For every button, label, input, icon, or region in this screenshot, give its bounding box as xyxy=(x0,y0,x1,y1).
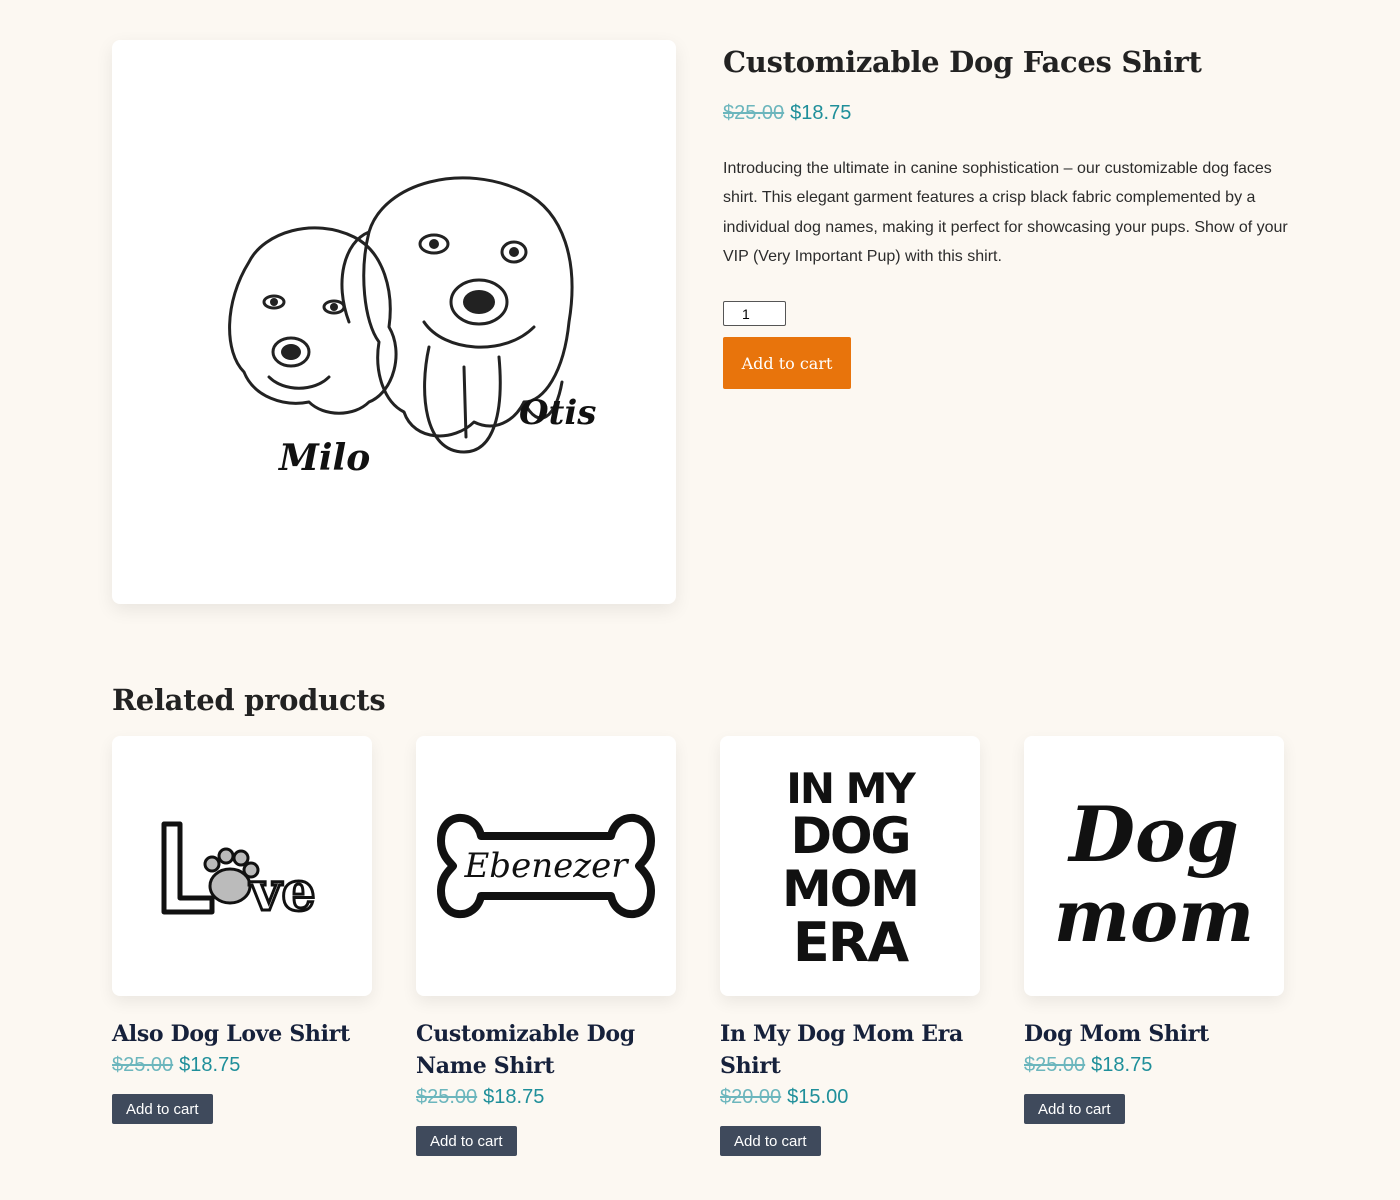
product-thumbnail[interactable]: Ebenezer xyxy=(416,736,676,996)
product-price: $25.00 $18.75 xyxy=(723,98,1293,128)
love-paw-art: ve xyxy=(161,821,317,925)
product-thumbnail[interactable]: Dog mom xyxy=(1024,736,1284,996)
regular-price: $25.00 xyxy=(1024,1054,1086,1076)
svg-text:Ebenezer: Ebenezer xyxy=(463,846,629,886)
related-product-title[interactable]: Customizable Dog Name Shirt xyxy=(416,1018,676,1082)
svg-text:mom: mom xyxy=(1054,873,1254,958)
dog-faces-illustration: Milo Otis xyxy=(228,176,596,479)
svg-text:DOG: DOG xyxy=(790,807,909,865)
dog-mom-era-art: IN MY DOG MOM ERA xyxy=(782,764,920,971)
quantity-input[interactable] xyxy=(723,301,786,327)
product-thumbnail[interactable]: ve xyxy=(112,736,372,996)
sale-price: $18.75 xyxy=(483,1086,545,1108)
product-image[interactable]: Milo Otis xyxy=(112,40,676,604)
related-product-title[interactable]: In My Dog Mom Era Shirt xyxy=(720,1018,980,1082)
related-product-price: $25.00 $18.75 xyxy=(416,1082,676,1112)
svg-text:ERA: ERA xyxy=(793,911,909,971)
product-summary: Customizable Dog Faces Shirt $25.00 $18.7… xyxy=(723,40,1293,390)
bone-name-art: Ebenezer xyxy=(437,813,655,919)
regular-price: $25.00 xyxy=(416,1086,478,1108)
product-title: Customizable Dog Faces Shirt xyxy=(723,45,1202,79)
product-description: Introducing the ultimate in canine sophi… xyxy=(723,160,1288,265)
add-to-cart-button[interactable]: Add to cart xyxy=(720,1126,821,1156)
sale-price: $18.75 xyxy=(179,1054,241,1076)
related-product-card: Ebenezer Customizable Dog Name Shirt $25… xyxy=(416,736,676,1156)
sale-price: $18.75 xyxy=(790,102,852,124)
regular-price: $20.00 xyxy=(720,1086,782,1108)
related-product-price: $25.00 $18.75 xyxy=(1024,1050,1284,1080)
related-product-card: Dog mom Dog Mom Shirt $25.00 $18.75 Add t… xyxy=(1024,736,1284,1124)
dog-name-milo: Milo xyxy=(277,437,370,479)
svg-text:ve: ve xyxy=(249,859,316,923)
regular-price: $25.00 xyxy=(723,102,785,124)
related-product-price: $25.00 $18.75 xyxy=(112,1050,372,1080)
related-product-title[interactable]: Also Dog Love Shirt xyxy=(112,1018,372,1050)
regular-price: $25.00 xyxy=(112,1054,174,1076)
add-to-cart-button[interactable]: Add to cart xyxy=(723,337,851,390)
add-to-cart-button[interactable]: Add to cart xyxy=(1024,1094,1125,1124)
dog-name-otis: Otis xyxy=(519,393,596,433)
add-to-cart-button[interactable]: Add to cart xyxy=(112,1094,213,1124)
sale-price: $18.75 xyxy=(1091,1054,1153,1076)
svg-text:MOM: MOM xyxy=(782,860,918,918)
sale-price: $15.00 xyxy=(787,1086,849,1108)
related-product-title[interactable]: Dog Mom Shirt xyxy=(1024,1018,1284,1050)
related-product-card: IN MY DOG MOM ERA In My Dog Mom Era Shir… xyxy=(720,736,980,1156)
related-product-card: ve Also Dog Love Shirt $25.00 $18.75 Add … xyxy=(112,736,372,1124)
related-product-price: $20.00 $15.00 xyxy=(720,1082,980,1112)
add-to-cart-button[interactable]: Add to cart xyxy=(416,1126,517,1156)
svg-text:IN MY: IN MY xyxy=(786,764,916,813)
dog-mom-script-art: Dog mom xyxy=(1054,790,1254,958)
product-thumbnail[interactable]: IN MY DOG MOM ERA xyxy=(720,736,980,996)
related-products-heading: Related products xyxy=(112,683,386,717)
